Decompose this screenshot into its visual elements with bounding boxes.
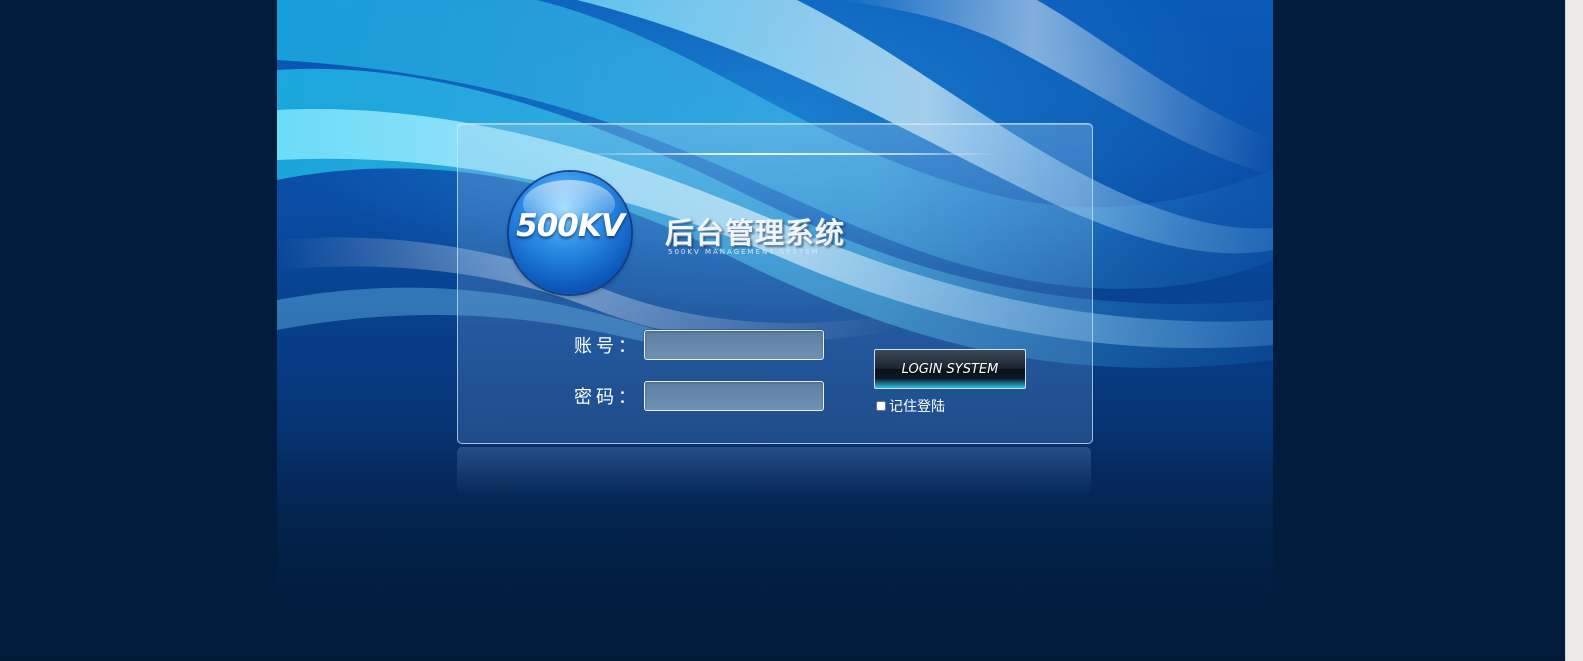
login-page: 500KV 后台管理系统 500KV MANAGEMENT SYSTEM 账号：…: [0, 0, 1583, 661]
system-subtitle: 500KV MANAGEMENT SYSTEM: [668, 248, 820, 256]
panel-highlight-line: [568, 153, 998, 155]
panel-reflection: [457, 447, 1091, 497]
vertical-scrollbar[interactable]: [1565, 0, 1583, 661]
login-panel: 500KV 后台管理系统 500KV MANAGEMENT SYSTEM 账号：…: [457, 123, 1093, 444]
remember-login[interactable]: 记住登陆: [876, 396, 945, 416]
remember-checkbox[interactable]: [876, 401, 886, 411]
remember-label: 记住登陆: [889, 399, 945, 415]
username-input[interactable]: [644, 330, 824, 360]
logo-orb: 500KV: [509, 172, 631, 294]
password-label: 密码：: [574, 387, 640, 408]
logo-text: 500KV: [516, 208, 625, 244]
password-input[interactable]: [644, 381, 824, 411]
username-label: 账号：: [574, 336, 640, 357]
system-title: 后台管理系统: [665, 216, 846, 250]
login-button[interactable]: LOGIN SYSTEM: [874, 349, 1026, 389]
page-bottom-strip: [0, 655, 1566, 661]
